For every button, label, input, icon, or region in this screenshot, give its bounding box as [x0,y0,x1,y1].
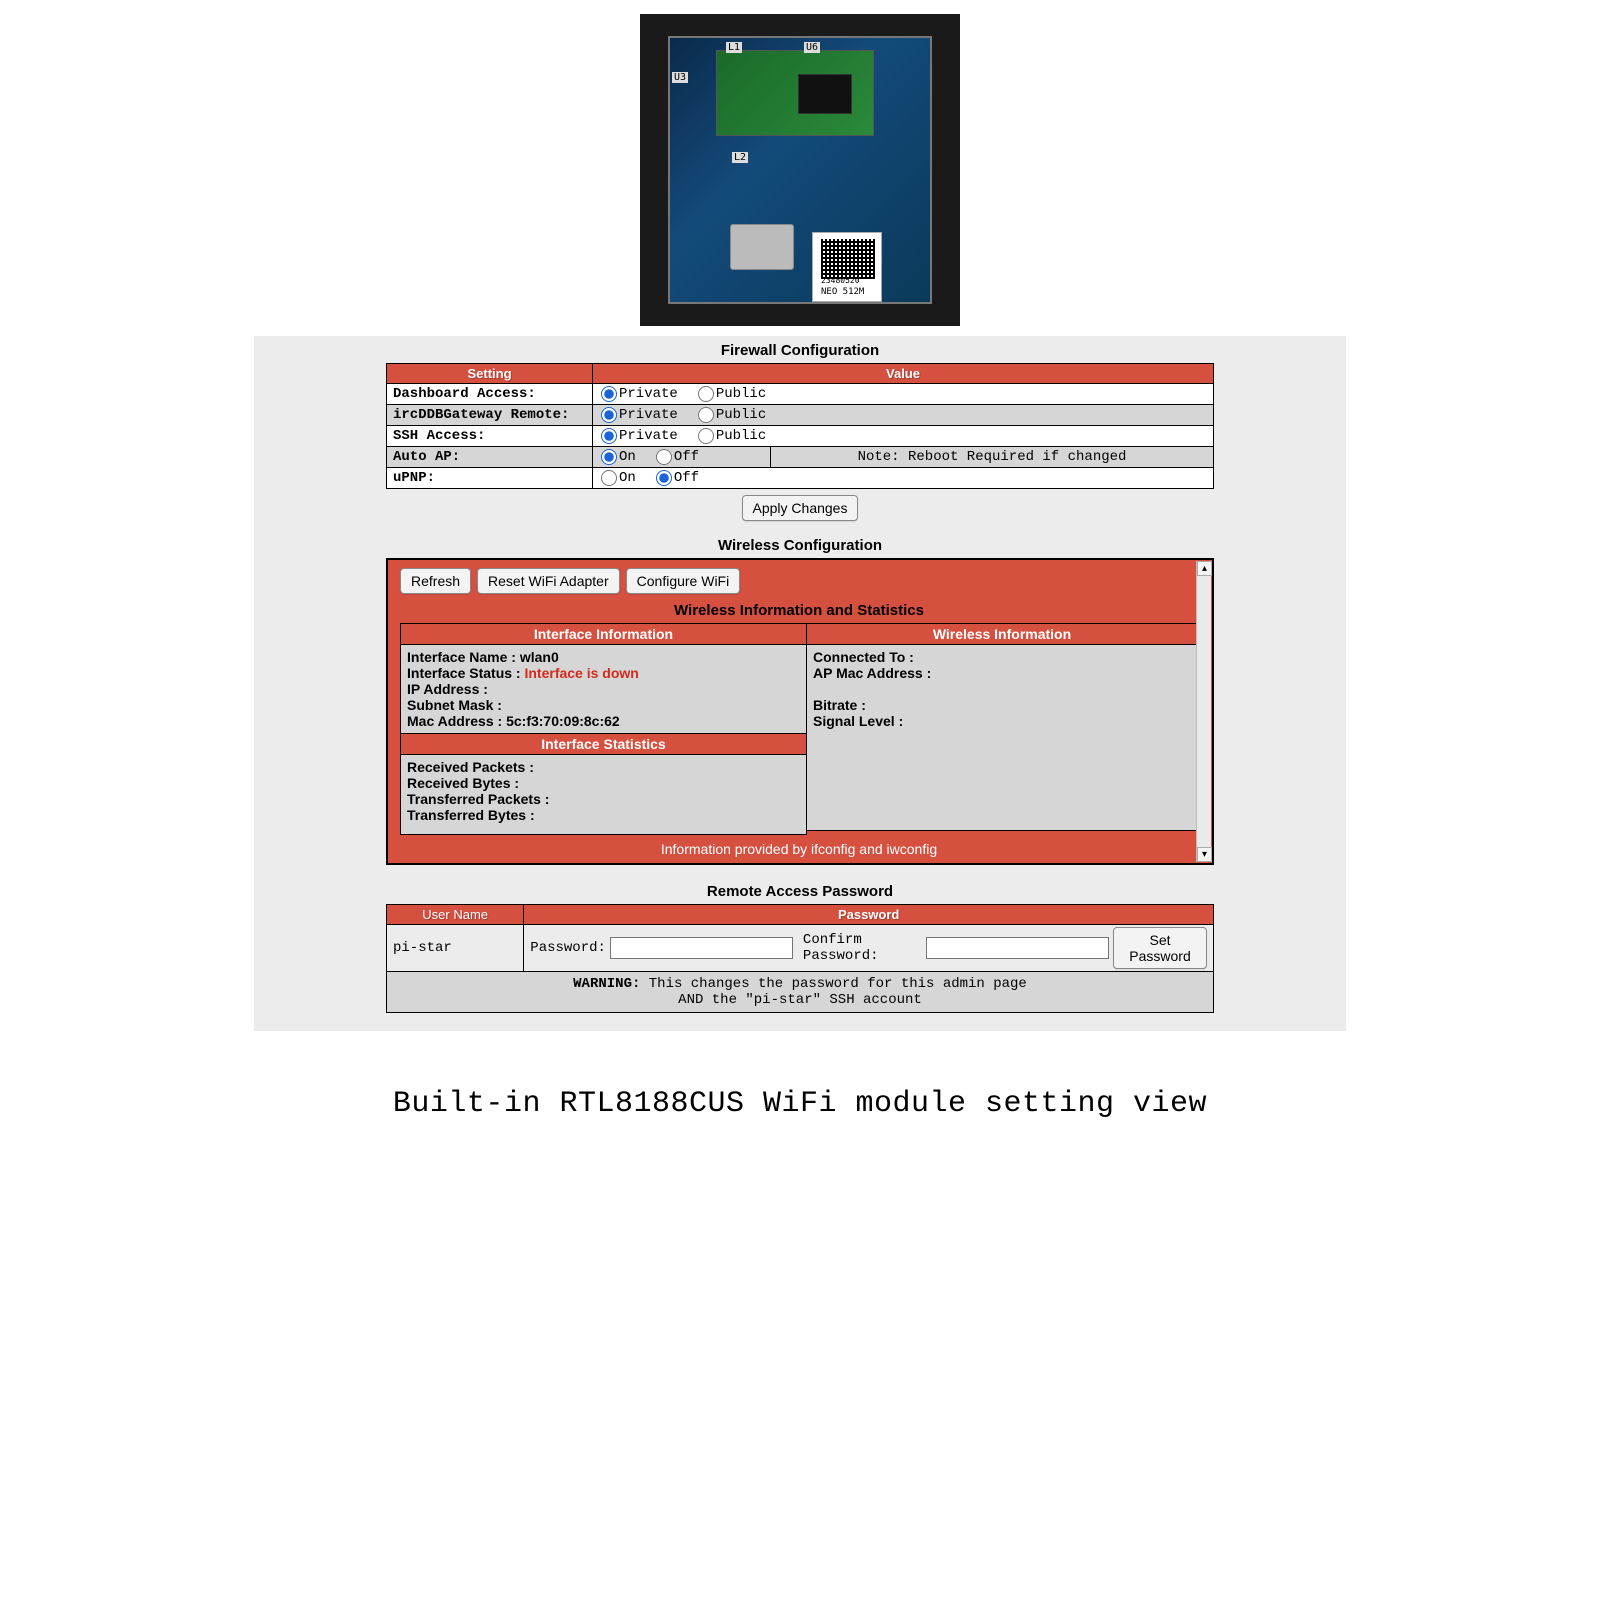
dashboard-access-private-radio[interactable] [601,386,617,402]
wireless-footer: Information provided by ifconfig and iwc… [400,835,1198,857]
public-label: Public [716,386,766,402]
dashboard-access-public-radio[interactable] [698,386,714,402]
wireless-info-body: Connected To : AP Mac Address : Bitrate … [807,645,1198,831]
iface-name: wlan0 [520,649,559,665]
pcb-label-l1: L1 [726,42,742,53]
upnp-off-radio[interactable] [656,470,672,486]
qr-model: NEO 512M [821,287,864,297]
firewall-heading: Firewall Configuration [254,336,1346,363]
dashboard-access-label: Dashboard Access: [387,384,593,405]
ap-mac: AP Mac Address : [813,665,1191,681]
iface-ip: IP Address : [407,681,800,697]
confirm-password-input[interactable] [926,937,1109,959]
password-warning: WARNING: This changes the password for t… [387,972,1214,1013]
private-label: Private [619,386,678,402]
wireless-heading: Wireless Configuration [254,531,1346,558]
bitrate: Bitrate : [813,697,1191,713]
upnp-label: uPNP: [387,468,593,489]
ssh-private-radio[interactable] [601,428,617,444]
configure-wifi-button[interactable]: Configure WiFi [626,568,741,594]
iface-stats-header: Interface Statistics [400,734,807,755]
iface-subnet: Subnet Mask : [407,697,800,713]
iface-status: Interface is down [524,665,638,681]
iface-stats-body: Received Packets : Received Bytes : Tran… [400,755,807,835]
confirm-password-label: Confirm Password: [803,932,922,964]
board-photo: L1 U6 U3 L2 23480520 NEO 512M [640,14,960,326]
username-value: pi-star [387,925,524,972]
signal-level: Signal Level : [813,713,1191,729]
col-username: User Name [387,905,524,925]
qr-serial: 23480520 [821,276,860,285]
wireless-scrollbar[interactable]: ▴ ▾ [1196,561,1211,862]
autoap-on-radio[interactable] [601,449,617,465]
figure-caption: Built-in RTL8188CUS WiFi module setting … [254,1087,1346,1121]
wireless-info-header: Wireless Information [807,623,1198,645]
set-password-button[interactable]: Set Password [1113,927,1207,969]
autoap-label: Auto AP: [387,447,593,468]
password-label: Password: [530,940,606,956]
ircddb-public-radio[interactable] [698,407,714,423]
scroll-down-icon[interactable]: ▾ [1197,847,1212,862]
iface-mac: 5c:f3:70:09:8c:62 [506,713,620,729]
wireless-panel: ▴ ▾ Refresh Reset WiFi Adapter Configure… [386,558,1214,865]
ircddb-remote-label: ircDDBGateway Remote: [387,405,593,426]
rx-packets: Received Packets : [407,759,800,775]
remote-password-table: User Name Password pi-star Password: Con… [386,904,1214,1013]
pcb-label-l2: L2 [732,152,748,163]
rx-bytes: Received Bytes : [407,775,800,791]
tx-bytes: Transferred Bytes : [407,807,800,823]
upnp-on-radio[interactable] [601,470,617,486]
ircddb-private-radio[interactable] [601,407,617,423]
connected-to: Connected To : [813,649,1191,665]
remote-heading: Remote Access Password [254,865,1346,904]
password-input[interactable] [610,937,793,959]
autoap-note: Note: Reboot Required if changed [771,447,1214,468]
iface-info-header: Interface Information [400,623,807,645]
iface-info-body: Interface Name : wlan0 Interface Status … [400,645,807,734]
col-password: Password [524,905,1214,925]
col-value: Value [593,364,1214,384]
firewall-table: Setting Value Dashboard Access: Private … [386,363,1214,489]
pcb-label-u6: U6 [804,42,820,53]
wireless-subheading: Wireless Information and Statistics [400,600,1198,623]
col-setting: Setting [387,364,593,384]
scroll-up-icon[interactable]: ▴ [1197,561,1212,576]
pcb-label-u3: U3 [672,72,688,83]
refresh-button[interactable]: Refresh [400,568,471,594]
apply-changes-button[interactable]: Apply Changes [742,495,859,521]
ssh-public-radio[interactable] [698,428,714,444]
autoap-off-radio[interactable] [656,449,672,465]
ssh-access-label: SSH Access: [387,426,593,447]
tx-packets: Transferred Packets : [407,791,800,807]
reset-wifi-button[interactable]: Reset WiFi Adapter [477,568,620,594]
